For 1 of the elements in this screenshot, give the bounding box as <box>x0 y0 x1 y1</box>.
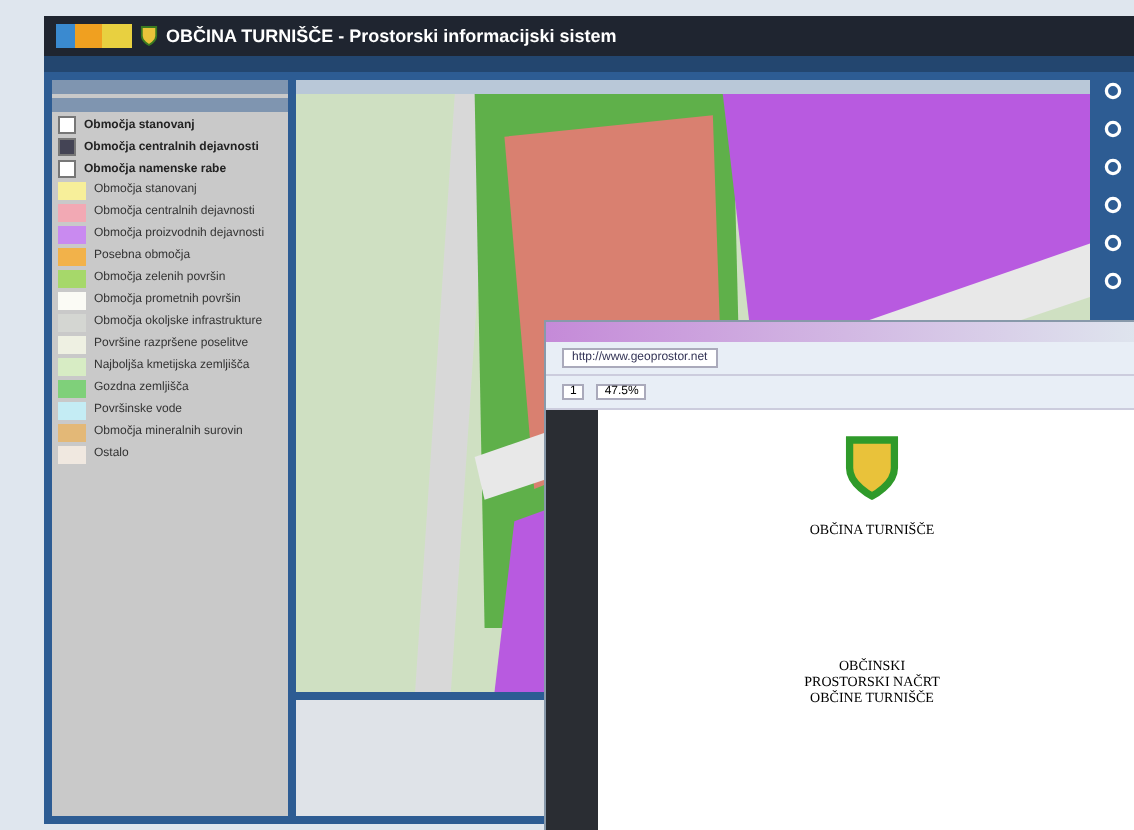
app-title: OBČINA TURNIŠČE - Prostorski informacijski sistem <box>166 26 617 46</box>
